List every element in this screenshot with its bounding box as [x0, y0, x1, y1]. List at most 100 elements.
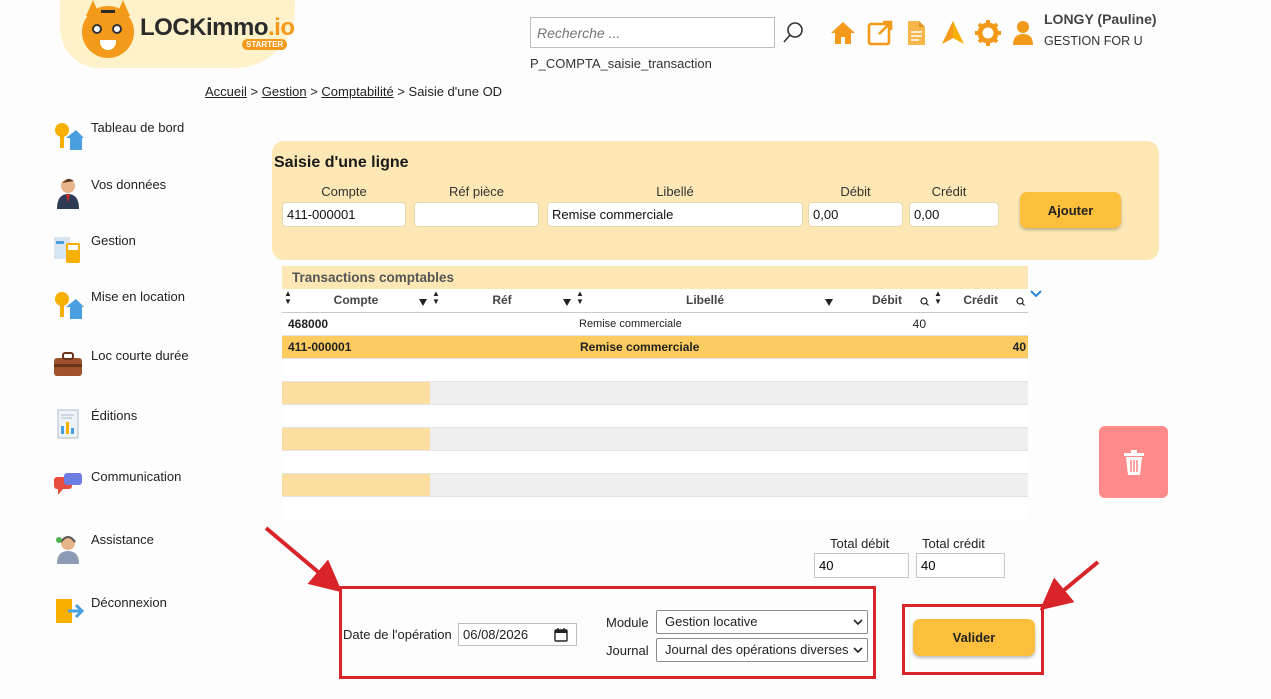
table-row-empty[interactable]: [282, 403, 1028, 427]
transactions-table: ▲ ▼ Compte ▲ ▼ Réf ▲ ▼ Libellé Débit ▲ ▼…: [282, 289, 1028, 519]
logo-suffix: .io: [268, 14, 295, 41]
delete-button[interactable]: [1099, 426, 1168, 498]
breadcrumb-accueil[interactable]: Accueil: [205, 84, 247, 99]
sort-icon[interactable]: ▲ ▼: [284, 290, 292, 306]
annotation-highlight-operation: [339, 586, 876, 679]
cell-ref: [430, 311, 574, 335]
sidebar-item-loc-courte-duree[interactable]: Loc courte durée: [52, 348, 189, 380]
table-row[interactable]: 468000 Remise commerciale 40: [282, 311, 1028, 335]
cell-debit: 40: [836, 311, 932, 335]
breadcrumb-comptabilite[interactable]: Comptabilité: [321, 84, 393, 99]
table-row-empty[interactable]: [282, 472, 1028, 496]
filter-icon[interactable]: [825, 299, 833, 306]
table-row-selected[interactable]: 411-000001 Remise commerciale 40: [282, 334, 1028, 358]
house-key-icon: [55, 123, 84, 150]
cell-credit: [932, 311, 1028, 335]
cat-mouth: [100, 40, 116, 50]
logo-wordmark[interactable]: LOCKimmo.io: [140, 14, 295, 42]
search-input[interactable]: [530, 17, 775, 48]
sidebar-item-communication[interactable]: Communication: [52, 469, 181, 501]
search-icon[interactable]: [782, 20, 806, 44]
credit-field[interactable]: [909, 202, 999, 227]
saisie-title: Saisie d'une ligne: [274, 154, 409, 171]
ajouter-button[interactable]: Ajouter: [1020, 192, 1121, 228]
sidebar-item-gestion[interactable]: Gestion: [52, 233, 136, 265]
chevron-down-icon[interactable]: [1030, 288, 1042, 300]
external-link-icon[interactable]: [867, 20, 893, 46]
sidebar-item-label: Assistance: [91, 532, 154, 547]
total-credit-field: [916, 553, 1005, 578]
sidebar-item-label: Communication: [91, 469, 182, 484]
column-header-compte[interactable]: ▲ ▼ Compte: [282, 289, 430, 313]
sidebar-item-mise-en-location[interactable]: Mise en location: [52, 289, 185, 321]
logout-icon: [56, 599, 84, 623]
annotation-arrow: [1039, 560, 1100, 611]
report-icon: [57, 409, 79, 439]
suitcase-icon: [54, 352, 82, 376]
ref-piece-field[interactable]: [414, 202, 539, 227]
breadcrumb-separator: >: [397, 84, 405, 99]
sidebar-item-vos-donnees[interactable]: Vos données: [52, 177, 166, 209]
sidebar-item-editions[interactable]: Éditions: [52, 408, 137, 440]
table-row-empty[interactable]: [282, 449, 1028, 473]
table-row-empty[interactable]: [282, 426, 1028, 450]
home-icon[interactable]: [830, 20, 856, 46]
filter-icon[interactable]: [563, 299, 571, 306]
table-row-empty[interactable]: [282, 495, 1028, 519]
annotation-arrow: [264, 526, 343, 593]
search-icon[interactable]: [920, 297, 929, 306]
sidebar-item-label: Mise en location: [91, 289, 185, 304]
breadcrumb-gestion[interactable]: Gestion: [262, 84, 307, 99]
chat-icon: [54, 473, 82, 495]
column-header-libelle[interactable]: ▲ ▼ Libellé: [574, 289, 836, 313]
total-credit-label: Total crédit: [922, 536, 985, 551]
logo-badge: STARTER: [242, 39, 288, 50]
column-header-ref[interactable]: ▲ ▼ Réf: [430, 289, 574, 313]
sort-icon[interactable]: ▲ ▼: [934, 290, 942, 306]
sidebar-item-label: Gestion: [91, 233, 136, 248]
breadcrumb: Accueil > Gestion > Comptabilité > Saisi…: [205, 84, 502, 99]
sidebar-item-label: Loc courte durée: [91, 348, 189, 363]
sidebar-item-label: Vos données: [91, 177, 167, 192]
sort-icon[interactable]: ▲ ▼: [432, 290, 440, 306]
user-organization: GESTION FOR U: [1044, 34, 1143, 48]
cell-credit: 40: [932, 334, 1028, 358]
gear-icon[interactable]: [975, 20, 1001, 46]
sidebar-item-label: Déconnexion: [91, 595, 167, 610]
document-icon[interactable]: [903, 20, 929, 46]
column-header-credit[interactable]: ▲ ▼ Crédit: [932, 289, 1028, 313]
transactions-grid: Transactions comptables ▲ ▼ Compte ▲ ▼ Réf…: [282, 266, 1028, 519]
calculator-icon: [54, 237, 80, 263]
sidebar-item-deconnexion[interactable]: Déconnexion: [52, 595, 167, 627]
grid-title: Transactions comptables: [282, 266, 1028, 289]
table-row-empty[interactable]: [282, 357, 1028, 381]
logo-cat-mascot: [82, 6, 134, 58]
user-icon[interactable]: [1010, 20, 1036, 46]
credit-label: Crédit: [931, 184, 967, 199]
sidebar-item-label: Tableau de bord: [91, 120, 185, 135]
column-header-label: Libellé: [685, 293, 724, 308]
ref-piece-label: Réf pièce: [449, 184, 504, 199]
total-debit-field: [814, 553, 909, 578]
cell-ref: [430, 334, 574, 358]
support-agent-icon: [56, 536, 79, 564]
table-row-empty[interactable]: [282, 380, 1028, 404]
sidebar-item-label: Éditions: [91, 408, 138, 423]
sidebar-item-tableau-de-bord[interactable]: Tableau de bord: [52, 120, 184, 152]
cat-stripe: [101, 10, 115, 13]
column-header-label: Compte: [333, 293, 379, 308]
sort-icon[interactable]: ▲ ▼: [576, 290, 584, 306]
libelle-field[interactable]: [547, 202, 803, 227]
navigation-icon[interactable]: [940, 20, 966, 46]
compte-field[interactable]: [282, 202, 406, 227]
cell-libelle: Remise commerciale: [574, 311, 836, 335]
filter-icon[interactable]: [419, 299, 427, 306]
page-code: P_COMPTA_saisie_transaction: [530, 56, 712, 71]
logo-text: LOCKimmo: [140, 14, 269, 41]
user-name[interactable]: LONGY (Pauline): [1044, 11, 1157, 27]
person-icon: [57, 178, 79, 209]
search-icon[interactable]: [1016, 297, 1025, 306]
debit-field[interactable]: [808, 202, 903, 227]
column-header-debit[interactable]: Débit: [836, 289, 932, 313]
sidebar-item-assistance[interactable]: Assistance: [52, 532, 154, 564]
